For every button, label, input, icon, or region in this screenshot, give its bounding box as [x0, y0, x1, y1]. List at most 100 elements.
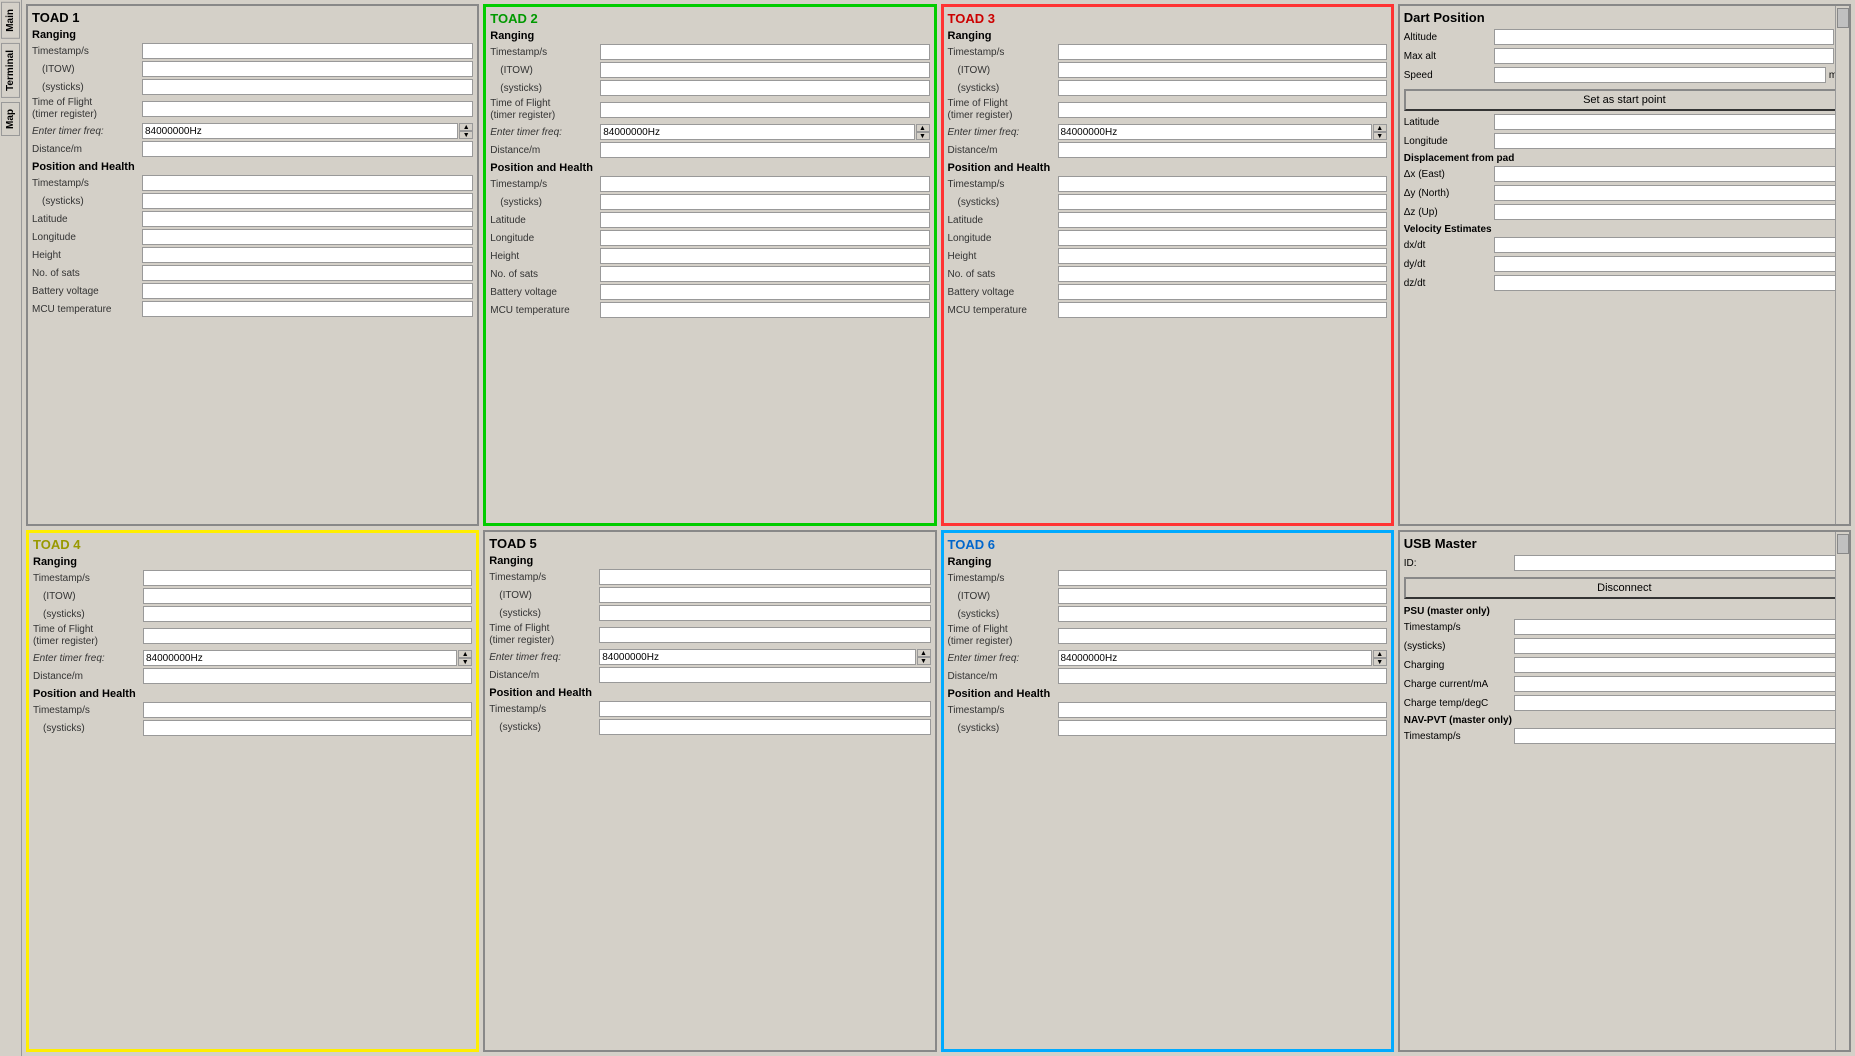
toad2-distance-input[interactable]: [600, 142, 929, 158]
toad1-ph-nosats-input[interactable]: [142, 265, 473, 281]
toad5-tof-input[interactable]: [599, 627, 930, 643]
toad5-ph-timestamp-input[interactable]: [599, 701, 930, 717]
set-start-point-button[interactable]: Set as start point: [1404, 89, 1845, 111]
toad6-timestamp-input[interactable]: [1058, 570, 1387, 586]
toad1-ph-lon-input[interactable]: [142, 229, 473, 245]
side-tab-map[interactable]: Map: [1, 102, 20, 136]
toad4-tof-input[interactable]: [143, 628, 472, 644]
toad1-ph-lat-input[interactable]: [142, 211, 473, 227]
dart-scrollbar[interactable]: [1835, 6, 1849, 524]
speed-input[interactable]: [1494, 67, 1826, 83]
toad1-distance-input[interactable]: [142, 141, 473, 157]
charge-current-input[interactable]: [1514, 676, 1845, 692]
dx-input[interactable]: [1494, 166, 1845, 182]
toad5-timerfreq-up[interactable]: ▲: [917, 649, 931, 657]
altitude-input[interactable]: [1494, 29, 1834, 45]
toad1-timerfreq-up[interactable]: ▲: [459, 123, 473, 131]
usb-id-input[interactable]: [1514, 555, 1845, 571]
psu-systicks-input[interactable]: [1514, 638, 1845, 654]
toad3-distance-input[interactable]: [1058, 142, 1387, 158]
toad3-timerfreq-input[interactable]: [1058, 124, 1372, 140]
toad2-systicks-input[interactable]: [600, 80, 929, 96]
dzdt-input[interactable]: [1494, 275, 1845, 291]
toad3-ph-lat-input[interactable]: [1058, 212, 1387, 228]
toad1-timerfreq-down[interactable]: ▼: [459, 131, 473, 139]
toad2-ph-nosats-input[interactable]: [600, 266, 929, 282]
toad6-systicks-input[interactable]: [1058, 606, 1387, 622]
toad5-timerfreq-input[interactable]: [599, 649, 915, 665]
toad2-timerfreq-down[interactable]: ▼: [916, 132, 930, 140]
maxalt-input[interactable]: [1494, 48, 1834, 64]
toad2-ph-lon-input[interactable]: [600, 230, 929, 246]
toad3-timestamp-input[interactable]: [1058, 44, 1387, 60]
side-tab-terminal[interactable]: Terminal: [1, 43, 20, 98]
toad4-timerfreq-down[interactable]: ▼: [458, 658, 472, 666]
toad1-ph-systicks-input[interactable]: [142, 193, 473, 209]
toad6-ph-timestamp-input[interactable]: [1058, 702, 1387, 718]
toad2-ph-height-input[interactable]: [600, 248, 929, 264]
dart-lon-input[interactable]: [1494, 133, 1845, 149]
toad3-ph-battery-input[interactable]: [1058, 284, 1387, 300]
dart-scrollbar-thumb[interactable]: [1837, 8, 1849, 28]
toad2-itow-input[interactable]: [600, 62, 929, 78]
dz-input[interactable]: [1494, 204, 1845, 220]
usb-scrollbar[interactable]: [1835, 532, 1849, 1050]
toad1-itow-input[interactable]: [142, 61, 473, 77]
toad3-timerfreq-up[interactable]: ▲: [1373, 124, 1387, 132]
toad3-ph-systicks-input[interactable]: [1058, 194, 1387, 210]
nav-timestamp-input[interactable]: [1514, 728, 1845, 744]
toad6-ph-systicks-input[interactable]: [1058, 720, 1387, 736]
toad2-ph-mcu-input[interactable]: [600, 302, 929, 318]
toad1-ph-battery-input[interactable]: [142, 283, 473, 299]
toad3-itow-input[interactable]: [1058, 62, 1387, 78]
toad5-distance-input[interactable]: [599, 667, 930, 683]
toad3-ph-height-input[interactable]: [1058, 248, 1387, 264]
toad1-timerfreq-input[interactable]: [142, 123, 458, 139]
dart-lat-input[interactable]: [1494, 114, 1845, 130]
toad4-timerfreq-input[interactable]: [143, 650, 457, 666]
toad2-ph-systicks-input[interactable]: [600, 194, 929, 210]
toad1-tof-input[interactable]: [142, 101, 473, 117]
toad4-ph-systicks-input[interactable]: [143, 720, 472, 736]
toad3-ph-timestamp-input[interactable]: [1058, 176, 1387, 192]
toad2-timerfreq-input[interactable]: [600, 124, 914, 140]
toad4-timerfreq-up[interactable]: ▲: [458, 650, 472, 658]
toad3-tof-input[interactable]: [1058, 102, 1387, 118]
toad5-timerfreq-down[interactable]: ▼: [917, 657, 931, 665]
toad1-ph-timestamp-input[interactable]: [142, 175, 473, 191]
toad5-itow-input[interactable]: [599, 587, 930, 603]
toad4-distance-input[interactable]: [143, 668, 472, 684]
toad2-ph-lat-input[interactable]: [600, 212, 929, 228]
toad6-timerfreq-up[interactable]: ▲: [1373, 650, 1387, 658]
toad2-tof-input[interactable]: [600, 102, 929, 118]
dy-input[interactable]: [1494, 185, 1845, 201]
toad1-systicks-input[interactable]: [142, 79, 473, 95]
toad4-ph-timestamp-input[interactable]: [143, 702, 472, 718]
side-tab-main[interactable]: Main: [1, 2, 20, 39]
toad6-timerfreq-input[interactable]: [1058, 650, 1372, 666]
toad6-tof-input[interactable]: [1058, 628, 1387, 644]
toad4-timestamp-input[interactable]: [143, 570, 472, 586]
toad6-timerfreq-down[interactable]: ▼: [1373, 658, 1387, 666]
toad3-systicks-input[interactable]: [1058, 80, 1387, 96]
toad1-ph-height-input[interactable]: [142, 247, 473, 263]
charge-temp-input[interactable]: [1514, 695, 1845, 711]
toad4-itow-input[interactable]: [143, 588, 472, 604]
toad2-timestamp-input[interactable]: [600, 44, 929, 60]
charging-input[interactable]: [1514, 657, 1845, 673]
toad3-ph-lon-input[interactable]: [1058, 230, 1387, 246]
usb-scrollbar-thumb[interactable]: [1837, 534, 1849, 554]
toad5-ph-systicks-input[interactable]: [599, 719, 930, 735]
psu-timestamp-input[interactable]: [1514, 619, 1845, 635]
disconnect-button[interactable]: Disconnect: [1404, 577, 1845, 599]
toad2-ph-battery-input[interactable]: [600, 284, 929, 300]
toad5-systicks-input[interactable]: [599, 605, 930, 621]
toad6-distance-input[interactable]: [1058, 668, 1387, 684]
dydt-input[interactable]: [1494, 256, 1845, 272]
dxdt-input[interactable]: [1494, 237, 1845, 253]
toad2-ph-timestamp-input[interactable]: [600, 176, 929, 192]
toad2-timerfreq-up[interactable]: ▲: [916, 124, 930, 132]
toad1-timestamp-input[interactable]: [142, 43, 473, 59]
toad3-timerfreq-down[interactable]: ▼: [1373, 132, 1387, 140]
toad5-timestamp-input[interactable]: [599, 569, 930, 585]
